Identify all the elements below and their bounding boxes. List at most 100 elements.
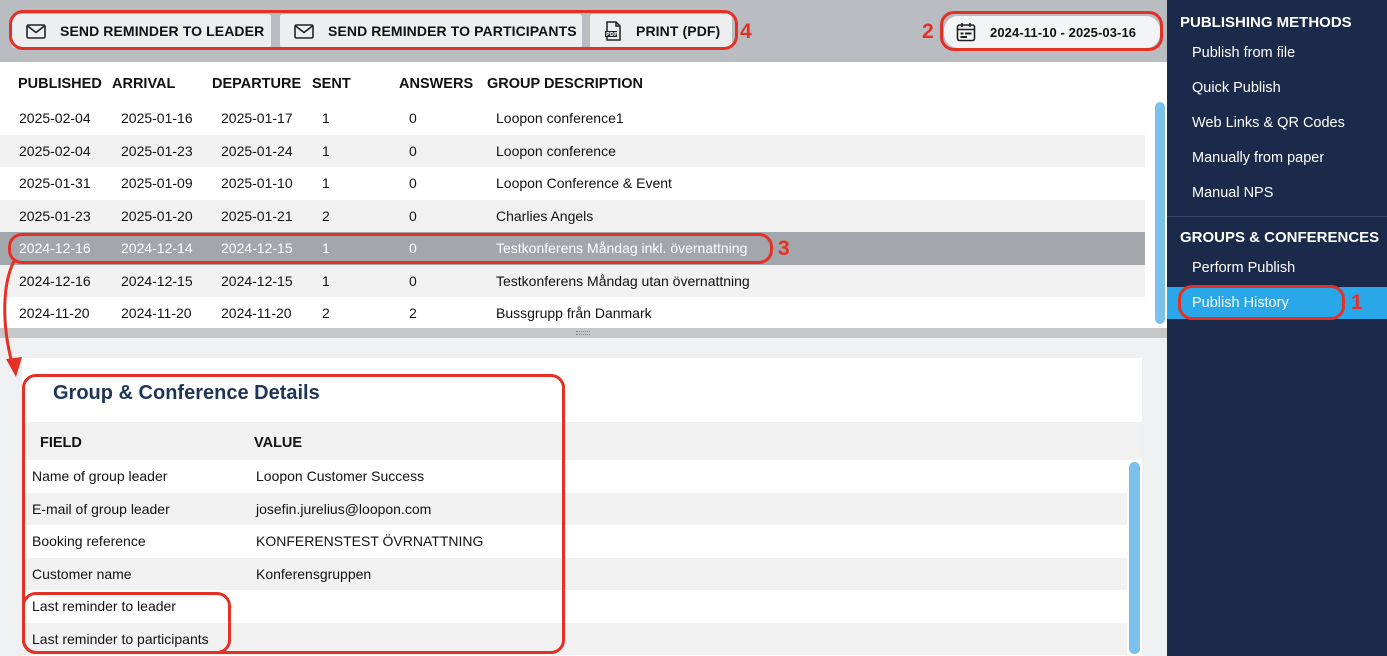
answers-cell: 0: [409, 240, 417, 256]
arrival-cell: 2024-12-15: [121, 272, 193, 289]
sidebar-item-quick-publish[interactable]: Quick Publish: [1167, 72, 1387, 104]
value-cell: josefin.jurelius@loopon.com: [256, 500, 432, 517]
published-cell: 2025-01-31: [19, 175, 91, 191]
send-reminder-leader-label: SEND REMINDER TO LEADER: [60, 23, 265, 39]
departure-cell: 2025-01-21: [221, 207, 293, 224]
table-row[interactable]: 2025-02-04 2025-01-16 2025-01-17 1 0 Loo…: [0, 102, 1145, 135]
sidebar-section-groups-conferences: GROUPS & CONFERENCES: [1180, 229, 1380, 246]
column-header-sent[interactable]: SENT: [312, 76, 351, 92]
calendar-icon: [956, 23, 976, 42]
answers-cell: 2: [409, 305, 417, 321]
field-cell: Name of group leader: [32, 468, 168, 484]
sidebar-item-label: Quick Publish: [1192, 80, 1281, 96]
sidebar-item-label: Manual NPS: [1192, 185, 1274, 201]
column-header-departure[interactable]: DEPARTURE: [212, 76, 301, 92]
column-header-group-description[interactable]: GROUP DESCRIPTION: [487, 76, 643, 92]
sidebar-item-label: Web Links & QR Codes: [1192, 115, 1345, 131]
publish-table-body: 2025-02-04 2025-01-16 2025-01-17 1 0 Loo…: [0, 102, 1145, 330]
table-row-selected[interactable]: 2024-12-16 2024-12-14 2024-12-15 1 0 Tes…: [0, 232, 1145, 265]
departure-cell: 2024-11-20: [221, 305, 292, 321]
column-header-published[interactable]: PUBLISHED: [18, 76, 102, 92]
column-header-field: FIELD: [40, 435, 82, 451]
annotation-number-1: 1: [1351, 291, 1363, 314]
send-reminder-participants-button[interactable]: SEND REMINDER TO PARTICIPANTS: [280, 14, 582, 48]
departure-cell: 2025-01-17: [221, 110, 293, 126]
sent-cell: 1: [322, 142, 330, 159]
envelope-icon: [294, 23, 314, 39]
arrival-cell: 2025-01-09: [121, 175, 193, 191]
details-title: Group & Conference Details: [53, 382, 320, 404]
group-description-cell: Bussgrupp från Danmark: [496, 305, 652, 321]
publish-table-scrollbar[interactable]: [1155, 102, 1165, 324]
detail-row: E-mail of group leader josefin.jurelius@…: [22, 492, 1127, 525]
table-row[interactable]: 2024-11-20 2024-11-20 2024-11-20 2 2 Bus…: [0, 297, 1145, 330]
sidebar-item-label: Perform Publish: [1192, 260, 1296, 276]
date-range-picker[interactable]: 2024-11-10 - 2025-03-16: [944, 16, 1160, 48]
date-range-value: 2024-11-10 - 2025-03-16: [990, 24, 1137, 40]
answers-cell: 0: [409, 207, 417, 224]
detail-row: Last reminder to leader: [22, 590, 1127, 623]
arrival-cell: 2025-01-16: [121, 110, 193, 126]
sent-cell: 1: [322, 240, 330, 256]
main-area: SEND REMINDER TO LEADER SEND REMINDER TO…: [0, 0, 1167, 656]
svg-text:PDF: PDF: [606, 32, 618, 38]
table-row[interactable]: 2025-01-23 2025-01-20 2025-01-21 2 0 Cha…: [0, 199, 1145, 232]
envelope-icon: [26, 23, 46, 39]
sidebar-item-web-links-qr[interactable]: Web Links & QR Codes: [1167, 107, 1387, 139]
grip-icon: [576, 331, 590, 335]
published-cell: 2025-01-23: [19, 207, 91, 224]
group-description-cell: Testkonferens Måndag utan övernattning: [496, 272, 750, 289]
detail-row: Last reminder to participants: [22, 622, 1127, 655]
column-header-arrival[interactable]: ARRIVAL: [112, 76, 175, 92]
sidebar-item-label: Manually from paper: [1192, 150, 1325, 166]
print-pdf-button[interactable]: PDF PRINT (PDF): [590, 14, 732, 48]
value-cell: Konferensgruppen: [256, 565, 372, 582]
value-cell: KONFERENSTEST ÖVRNATTNING: [256, 533, 484, 549]
sent-cell: 2: [322, 305, 330, 321]
table-row[interactable]: 2024-12-16 2024-12-15 2024-12-15 1 0 Tes…: [0, 264, 1145, 297]
column-header-value: VALUE: [254, 435, 303, 451]
group-description-cell: Loopon conference: [496, 142, 616, 159]
field-cell: Customer name: [32, 565, 132, 582]
arrival-cell: 2025-01-23: [121, 142, 193, 159]
departure-cell: 2024-12-15: [221, 240, 293, 256]
details-panel: Group & Conference Details FIELD VALUE N…: [22, 358, 1142, 656]
value-cell: Loopon Customer Success: [256, 468, 425, 484]
arrival-cell: 2024-12-14: [121, 240, 193, 256]
resize-divider[interactable]: [0, 328, 1167, 338]
column-header-answers[interactable]: ANSWERS: [399, 76, 473, 92]
details-table-header: FIELD VALUE: [22, 422, 1142, 460]
pdf-file-icon: PDF: [605, 21, 621, 41]
detail-row: Name of group leader Loopon Customer Suc…: [22, 460, 1127, 493]
group-description-cell: Loopon Conference & Event: [496, 175, 672, 191]
departure-cell: 2025-01-10: [221, 175, 293, 191]
departure-cell: 2025-01-24: [221, 142, 293, 159]
sidebar-item-label: Publish from file: [1192, 45, 1296, 61]
sidebar-item-label: Publish History: [1192, 295, 1289, 311]
departure-cell: 2024-12-15: [221, 272, 293, 289]
sent-cell: 1: [322, 175, 330, 191]
published-cell: 2025-02-04: [19, 110, 91, 126]
details-scrollbar[interactable]: [1129, 462, 1140, 654]
group-description-cell: Testkonferens Måndag inkl. övernattning: [496, 240, 748, 256]
sidebar-item-manually-from-paper[interactable]: Manually from paper: [1167, 142, 1387, 174]
field-cell: Last reminder to participants: [32, 630, 209, 647]
sidebar-item-perform-publish[interactable]: Perform Publish: [1167, 252, 1387, 284]
sent-cell: 2: [322, 207, 330, 224]
sidebar-item-publish-from-file[interactable]: Publish from file: [1167, 37, 1387, 69]
table-row[interactable]: 2025-02-04 2025-01-23 2025-01-24 1 0 Loo…: [0, 134, 1145, 167]
answers-cell: 0: [409, 272, 417, 289]
group-description-cell: Charlies Angels: [496, 207, 594, 224]
annotation-arrow-icon: [3, 260, 22, 377]
arrival-cell: 2025-01-20: [121, 207, 193, 224]
field-cell: Booking reference: [32, 533, 146, 549]
field-cell: Last reminder to leader: [32, 598, 176, 614]
detail-row: Customer name Konferensgruppen: [22, 557, 1127, 590]
detail-row: Booking reference KONFERENSTEST ÖVRNATTN…: [22, 525, 1127, 558]
send-reminder-leader-button[interactable]: SEND REMINDER TO LEADER: [12, 14, 271, 48]
annotation-number-4: 4: [740, 20, 752, 43]
table-row[interactable]: 2025-01-31 2025-01-09 2025-01-10 1 0 Loo…: [0, 167, 1145, 200]
publish-table-header: PUBLISHED ARRIVAL DEPARTURE SENT ANSWERS…: [0, 62, 1167, 102]
sidebar-item-manual-nps[interactable]: Manual NPS: [1167, 177, 1387, 209]
published-cell: 2025-02-04: [19, 142, 91, 159]
